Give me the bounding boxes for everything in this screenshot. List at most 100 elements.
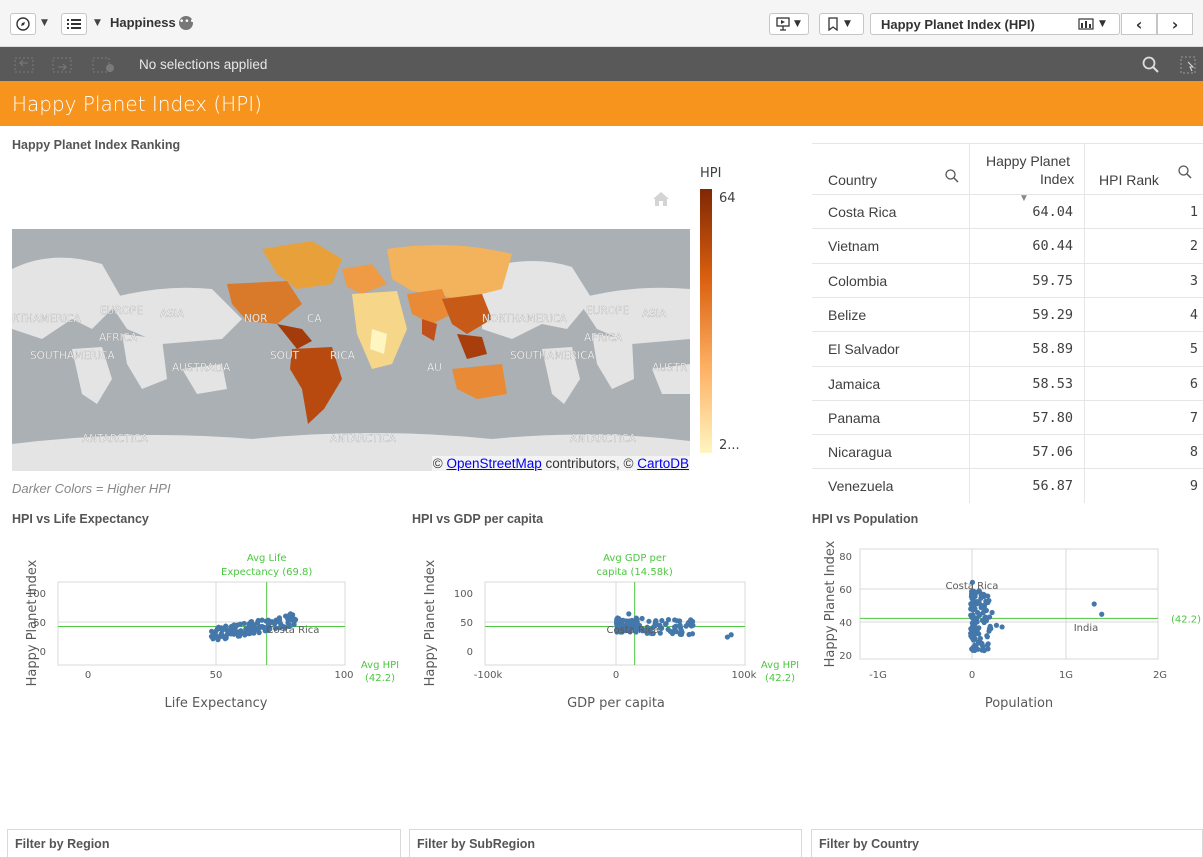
chevron-down-icon[interactable]: ▼ xyxy=(41,18,48,28)
map-label: AFRICA xyxy=(99,332,138,344)
header-hpi-line1[interactable]: Happy Planet xyxy=(986,153,1070,169)
header-country[interactable]: Country xyxy=(828,172,877,188)
sheet-selector[interactable]: Happy Planet Index (HPI) ▼ xyxy=(870,13,1120,35)
data-point xyxy=(287,611,294,617)
legend-gradient xyxy=(700,189,712,453)
x-tick-label: -100k xyxy=(474,670,503,681)
data-point xyxy=(972,647,978,653)
chart-title-population: HPI vs Population xyxy=(812,512,919,526)
data-point xyxy=(234,622,241,628)
data-point xyxy=(999,624,1005,630)
table-row[interactable]: Nicaragua 57.06 8 xyxy=(812,434,1203,470)
next-sheet-button[interactable]: › xyxy=(1157,13,1193,35)
openstreetmap-link[interactable]: OpenStreetMap xyxy=(446,456,541,471)
data-point xyxy=(639,615,645,622)
data-point xyxy=(633,615,639,621)
y-tick-label: 60 xyxy=(839,585,852,596)
scatter-chart-gdp[interactable]: -100k 0 100k 0 50 100 GDP per capita Happy Plan… xyxy=(400,535,800,805)
chevron-down-icon: ▼ xyxy=(844,19,851,29)
cell-rank: 7 xyxy=(1189,409,1198,426)
story-button[interactable]: ▼ xyxy=(769,13,809,35)
cell-country: Colombia xyxy=(828,272,888,289)
filter-by-country[interactable]: Filter by Country xyxy=(811,829,1203,857)
chevron-down-icon[interactable]: ▼ xyxy=(94,18,101,28)
filter-by-subregion[interactable]: Filter by SubRegion xyxy=(409,829,802,857)
header-hpi-line2[interactable]: Index xyxy=(1040,171,1074,187)
plot-area xyxy=(57,581,346,666)
smart-search-icon[interactable] xyxy=(1180,56,1198,74)
x-tick-label: -1G xyxy=(869,670,887,681)
chevron-right-icon: › xyxy=(1171,14,1179,34)
app-info-icon[interactable]: ••• xyxy=(179,16,195,30)
cell-rank: 6 xyxy=(1189,375,1198,392)
data-point xyxy=(986,597,992,604)
bookmark-icon xyxy=(828,17,838,31)
previous-sheet-button[interactable]: ‹ xyxy=(1121,13,1157,35)
map-label: RICA xyxy=(330,350,356,362)
search-icon[interactable] xyxy=(945,169,959,183)
app-navigation-button[interactable] xyxy=(61,13,87,35)
data-point xyxy=(219,627,225,633)
table-row[interactable]: Colombia 59.75 3 xyxy=(812,262,1203,298)
table-row[interactable]: Vietnam 60.44 2 xyxy=(812,228,1203,264)
chart-title-gdp: HPI vs GDP per capita xyxy=(412,512,544,526)
reference-label-y: Avg HPI xyxy=(761,660,799,671)
data-point xyxy=(970,614,976,620)
cartodb-link[interactable]: CartoDB xyxy=(637,456,689,471)
table-row[interactable]: Belize 59.29 4 xyxy=(812,296,1203,332)
y-axis-title: Happy Planet Index xyxy=(25,559,40,686)
reference-label-y: (42.2) xyxy=(1171,614,1201,625)
table-row[interactable]: Panama 57.80 7 xyxy=(812,399,1203,435)
reference-label-x: Avg GDP per xyxy=(603,553,667,564)
cell-hpi: 57.80 xyxy=(1032,409,1073,426)
cell-hpi: 58.53 xyxy=(1032,375,1073,392)
table-row[interactable]: El Salvador 58.89 5 xyxy=(812,331,1203,367)
map-label: AFRICA xyxy=(584,332,623,344)
map-view[interactable]: EUROPE ASIA RTHAMERICA AFRICA SOUTHAMERI… xyxy=(12,229,690,471)
x-tick-label: 1G xyxy=(1059,670,1073,681)
header-rank[interactable]: HPI Rank xyxy=(1099,172,1159,188)
data-point xyxy=(247,624,254,630)
cell-country: Nicaragua xyxy=(828,444,892,461)
data-point xyxy=(232,626,238,633)
cell-hpi: 57.06 xyxy=(1032,444,1073,461)
point-label: Costa Rica xyxy=(607,625,660,636)
data-point xyxy=(646,618,652,624)
clear-selections-icon[interactable] xyxy=(92,57,116,73)
data-point xyxy=(626,611,632,617)
selection-status: No selections applied xyxy=(139,57,268,72)
filter-by-region[interactable]: Filter by Region xyxy=(7,829,401,857)
cell-hpi: 59.75 xyxy=(1032,272,1073,289)
data-point xyxy=(988,626,994,632)
chart-title-life: HPI vs Life Expectancy xyxy=(12,512,149,526)
top-toolbar: ▼ ▼ Happiness ••• ▼ ▼ Happy Planet Index… xyxy=(0,0,1203,47)
cell-rank: 9 xyxy=(1189,478,1198,495)
x-axis-title: Population xyxy=(985,696,1053,711)
table-row[interactable]: Jamaica 58.53 6 xyxy=(812,365,1203,401)
scatter-chart-life-expectancy[interactable]: 0 50 100050100Life ExpectancyHappy Planet … xyxy=(0,535,400,805)
data-point xyxy=(248,618,255,625)
data-point xyxy=(986,614,993,620)
map-label: SOUTHAMERICA xyxy=(510,350,596,362)
legend-title: HPI xyxy=(700,166,722,181)
step-back-icon[interactable] xyxy=(14,57,36,73)
data-point xyxy=(665,617,672,623)
data-point xyxy=(1099,611,1105,617)
data-point xyxy=(993,622,1000,628)
search-icon[interactable] xyxy=(1142,56,1160,74)
home-icon[interactable] xyxy=(652,191,670,207)
table-row[interactable]: Venezuela 56.87 9 xyxy=(812,468,1203,504)
data-point xyxy=(970,607,976,613)
step-forward-icon[interactable] xyxy=(52,57,74,73)
map-label: CA xyxy=(307,313,322,325)
scatter-chart-population[interactable]: -1G 0 1G 2G 20 40 60 80 Population Happy Planet I… xyxy=(800,535,1203,805)
map-label: EUROPE xyxy=(100,305,143,317)
bookmark-button[interactable]: ▼ xyxy=(819,13,864,35)
cell-rank: 3 xyxy=(1189,272,1198,289)
global-menu-button[interactable] xyxy=(10,13,36,35)
table-row[interactable]: Costa Rica 64.04 1 xyxy=(812,194,1203,229)
search-icon[interactable] xyxy=(1178,165,1192,179)
reference-label-y: (42.2) xyxy=(765,673,795,684)
x-tick-label: 50 xyxy=(210,670,223,681)
x-tick-label: 100k xyxy=(732,670,757,681)
